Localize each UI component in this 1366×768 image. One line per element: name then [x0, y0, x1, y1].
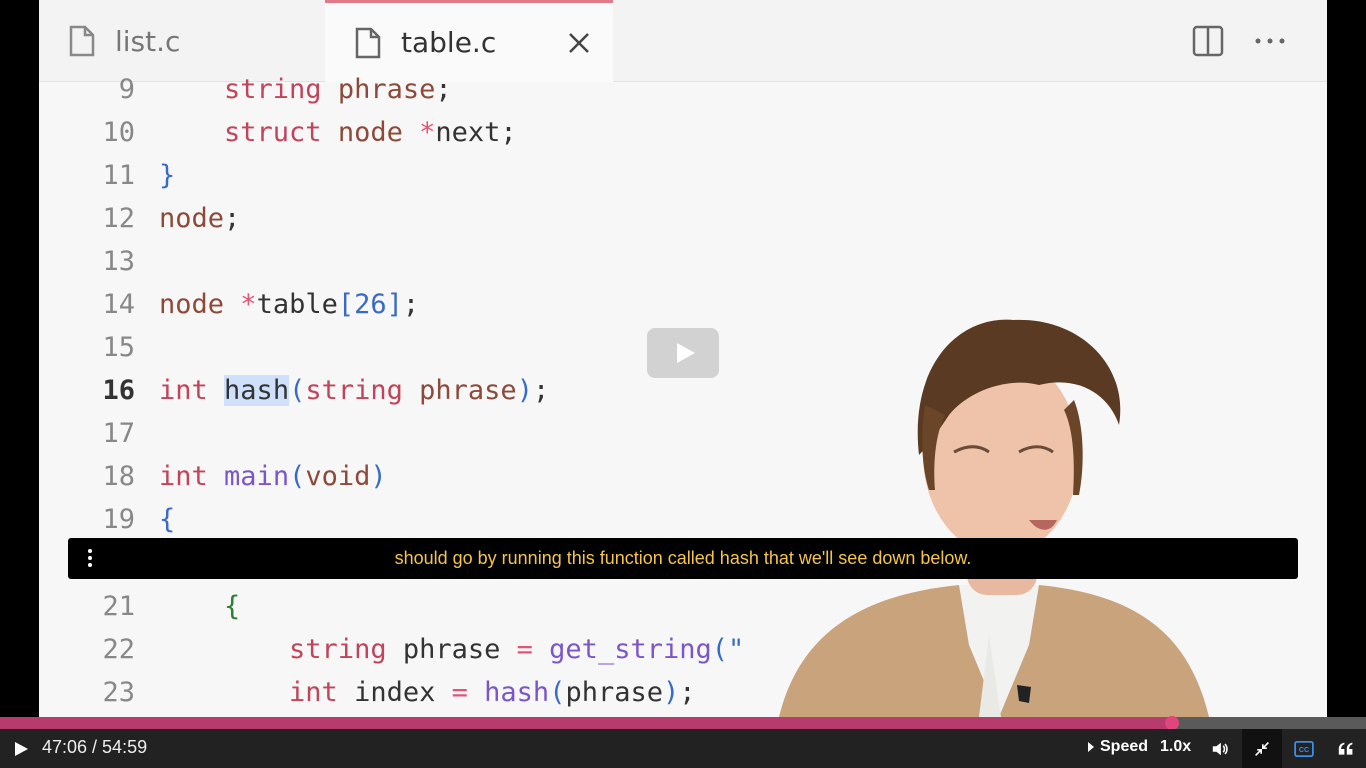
file-icon: [69, 25, 95, 57]
close-icon: [565, 29, 593, 57]
video-frame[interactable]: list.c table.c 9 string phrase; 10 struct…: [39, 0, 1327, 717]
line-number: 13: [102, 246, 135, 277]
code-text: string phrase;: [224, 74, 452, 105]
progress-fill: [0, 717, 1173, 729]
file-icon: [355, 27, 381, 59]
line-number: 9: [118, 74, 135, 105]
code-text: string phrase = get_string(": [289, 634, 745, 665]
code-line: 13: [39, 242, 1327, 282]
progress-bar[interactable]: [0, 716, 1366, 730]
control-bar: 47:06 / 54:59 Speed 1.0x CC: [0, 729, 1366, 768]
caption-bar: should go by running this function calle…: [68, 538, 1298, 579]
line-number: 10: [102, 117, 135, 148]
code-text: int index = hash(phrase);: [289, 677, 696, 708]
more-icon: [1253, 25, 1287, 57]
video-player: list.c table.c 9 string phrase; 10 struct…: [0, 0, 1366, 768]
line-number: 18: [102, 461, 135, 492]
code-text: int hash(string phrase);: [159, 375, 550, 406]
speed-label: Speed: [1100, 738, 1149, 755]
volume-icon[interactable]: [1200, 729, 1240, 768]
svg-text:CC: CC: [1299, 746, 1309, 754]
time-display: 47:06 / 54:59: [42, 737, 148, 757]
progress-knob[interactable]: [1165, 716, 1180, 730]
line-number: 22: [102, 634, 135, 665]
code-line: 12 node;: [39, 199, 1327, 239]
code-line: 10 struct node *next;: [39, 113, 1327, 153]
caret-right-icon: [1088, 742, 1094, 752]
tab-label: table.c: [401, 26, 497, 59]
play-overlay-button[interactable]: [647, 328, 719, 378]
code-text: {: [224, 591, 241, 622]
tab-label: list.c: [115, 24, 181, 58]
line-number: 11: [102, 160, 135, 191]
line-number: 19: [102, 504, 135, 535]
line-number: 12: [102, 203, 135, 234]
line-number: 23: [102, 677, 135, 708]
presenter-video: [779, 319, 1209, 717]
code-text: }: [159, 160, 176, 191]
line-number: 14: [102, 289, 135, 320]
closed-captions-icon[interactable]: CC: [1284, 729, 1324, 768]
line-number: 15: [102, 332, 135, 363]
caption-text: should go by running this function calle…: [394, 548, 972, 568]
line-number: 17: [102, 418, 135, 449]
code-line: 9 string phrase;: [39, 70, 1327, 110]
speed-button[interactable]: Speed 1.0x: [1088, 738, 1191, 756]
play-icon[interactable]: [10, 738, 32, 760]
quote-icon[interactable]: [1326, 729, 1366, 768]
code-line: 11}: [39, 156, 1327, 196]
code-text: {: [159, 504, 176, 535]
speed-value: 1.0x: [1160, 738, 1192, 755]
line-number: 21: [102, 591, 135, 622]
split-editor-icon: [1192, 25, 1224, 57]
exit-fullscreen-icon[interactable]: [1242, 729, 1282, 768]
line-number: 16: [102, 375, 135, 406]
code-text: struct node *next;: [224, 117, 517, 148]
code-text: node *table[26];: [159, 289, 420, 320]
code-text: int main(void): [159, 461, 387, 492]
caption-menu-icon[interactable]: [86, 549, 94, 568]
code-text: node;: [159, 203, 241, 234]
